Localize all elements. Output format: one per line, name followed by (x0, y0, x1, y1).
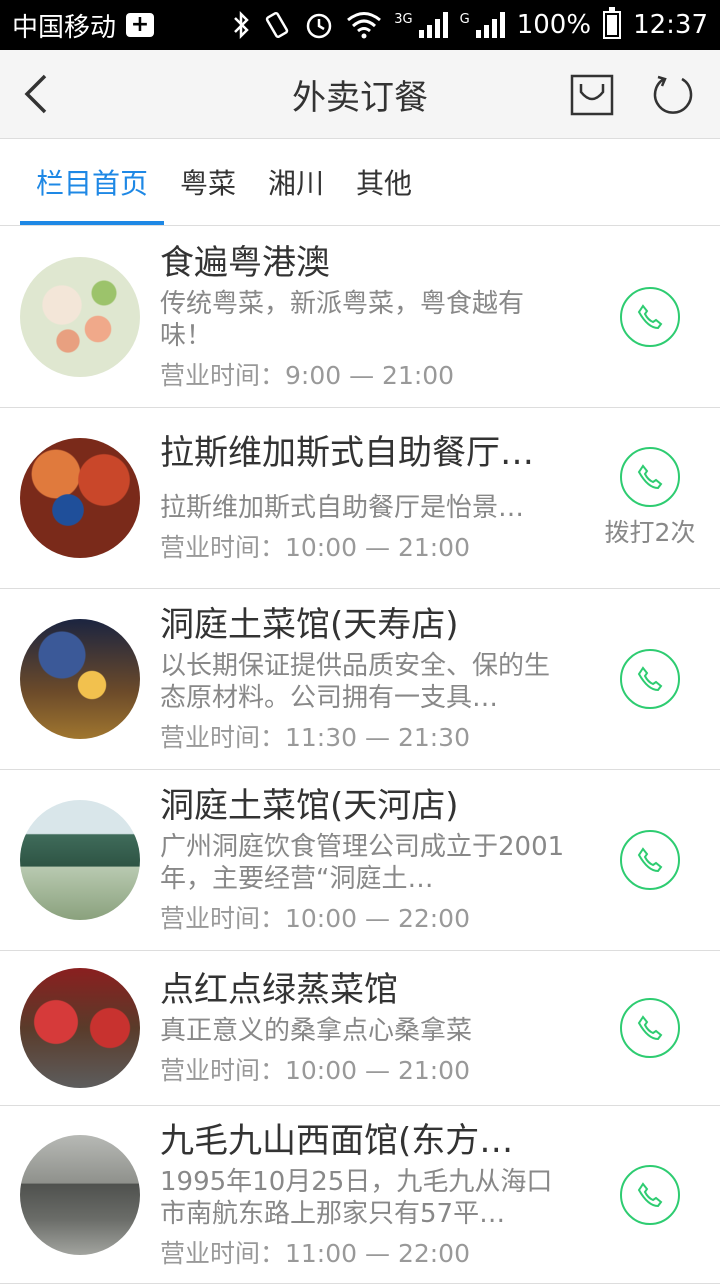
business-hours: 营业时间：10:00 — 21:00 (160, 1056, 470, 1085)
chevron-left-icon (24, 74, 47, 114)
restaurant-name: 九毛九山西面馆(东方… (160, 1120, 514, 1161)
business-hours: 营业时间：11:30 — 21:30 (160, 723, 470, 752)
vibrate-icon (266, 11, 289, 39)
business-hours: 营业时间：10:00 — 22:00 (160, 904, 470, 933)
phone-icon (637, 464, 663, 490)
tab-xiangchuan[interactable]: 湘川 (252, 139, 340, 225)
restaurant-desc: 1995年10月25日，九毛九从海口市南航东路上那家只有57平… (160, 1166, 553, 1229)
list-item[interactable]: 九毛九山西面馆(东方… 1995年10月25日，九毛九从海口市南航东路上那家只有… (0, 1106, 720, 1284)
restaurant-desc: 广州洞庭饮食管理公司成立于2001年，主要经营“洞庭土… (160, 832, 565, 894)
plus-icon: + (126, 13, 155, 37)
restaurant-desc: 拉斯维加斯式自助餐厅是怡景… (160, 493, 525, 523)
alarm-icon (307, 13, 332, 39)
network-type-label: 3G (394, 12, 413, 27)
restaurant-list: 食遍粤港澳 传统粤菜，新派粤菜，粤食越有味！ 营业时间：9:00 — 21:00… (0, 226, 720, 1284)
restaurant-name: 洞庭土菜馆(天河店) (160, 786, 459, 826)
signal-icon-2 (475, 12, 505, 38)
restaurant-name: 食遍粤港澳 (160, 242, 330, 283)
phone-icon (637, 847, 663, 873)
phone-icon (637, 303, 663, 329)
status-bar: 中国移动 + 3G G 100% 12:37 (0, 0, 720, 50)
list-item[interactable]: 洞庭土菜馆(天河店) 广州洞庭饮食管理公司成立于2001年，主要经营“洞庭土… … (0, 770, 720, 951)
restaurant-name: 洞庭土菜馆(天寿店) (160, 605, 459, 645)
restaurant-photo (20, 438, 140, 558)
battery-icon (603, 7, 622, 39)
list-item[interactable]: 食遍粤港澳 传统粤菜，新派粤菜，粤食越有味！ 营业时间：9:00 — 21:00 (0, 226, 720, 408)
battery-percent: 100% (516, 10, 592, 40)
call-button[interactable] (620, 1164, 680, 1225)
restaurant-name: 点红点绿蒸菜馆 (160, 970, 398, 1010)
signal-icon (418, 12, 448, 38)
restaurant-desc: 传统粤菜，新派粤菜，粤食越有味！ (160, 288, 525, 351)
call-button[interactable] (620, 447, 680, 507)
back-button[interactable] (0, 50, 72, 138)
tab-home[interactable]: 栏目首页 (20, 139, 165, 225)
cart-icon[interactable] (570, 72, 614, 116)
restaurant-photo (20, 800, 140, 920)
phone-icon (637, 666, 663, 692)
business-hours: 营业时间：9:00 — 21:00 (160, 360, 455, 390)
list-item[interactable]: 点红点绿蒸菜馆 真正意义的桑拿点心桑拿菜 营业时间：10:00 — 21:00 (0, 951, 720, 1106)
restaurant-photo (20, 968, 140, 1088)
phone-icon (637, 1015, 663, 1041)
restaurant-name: 拉斯维加斯式自助餐厅… (160, 433, 534, 473)
list-item[interactable]: 洞庭土菜馆(天寿店) 以长期保证提供品质安全、保的生态原材料。公司拥有一支具… … (0, 589, 720, 770)
business-hours: 营业时间：10:00 — 21:00 (160, 533, 470, 562)
restaurant-photo (20, 1134, 140, 1255)
tab-cantonese[interactable]: 粤菜 (164, 139, 252, 225)
clock: 12:37 (633, 10, 708, 40)
call-count: 拨打2次 (604, 518, 696, 547)
restaurant-desc: 以长期保证提供品质安全、保的生态原材料。公司拥有一支具… (160, 651, 551, 713)
network-type-label-2: G (459, 12, 470, 27)
carrier-label: 中国移动 (12, 12, 117, 43)
call-button[interactable] (620, 286, 680, 347)
bluetooth-icon (234, 10, 250, 40)
restaurant-photo (20, 619, 140, 739)
restaurant-photo (20, 256, 140, 377)
restaurant-desc: 真正意义的桑拿点心桑拿菜 (160, 1016, 473, 1046)
business-hours: 营业时间：11:00 — 22:00 (160, 1238, 470, 1268)
list-item[interactable]: 拉斯维加斯式自助餐厅… 拉斯维加斯式自助餐厅是怡景… 营业时间：10:00 — … (0, 408, 720, 589)
phone-icon (637, 1181, 663, 1207)
call-button[interactable] (620, 830, 680, 890)
call-button[interactable] (620, 998, 680, 1058)
call-button[interactable] (620, 649, 680, 709)
app-header: 外卖订餐 (0, 50, 720, 139)
refresh-icon[interactable] (652, 73, 694, 115)
tab-other[interactable]: 其他 (340, 139, 428, 225)
category-tabs: 栏目首页 粤菜 湘川 其他 (0, 139, 720, 226)
wifi-icon (347, 12, 382, 39)
